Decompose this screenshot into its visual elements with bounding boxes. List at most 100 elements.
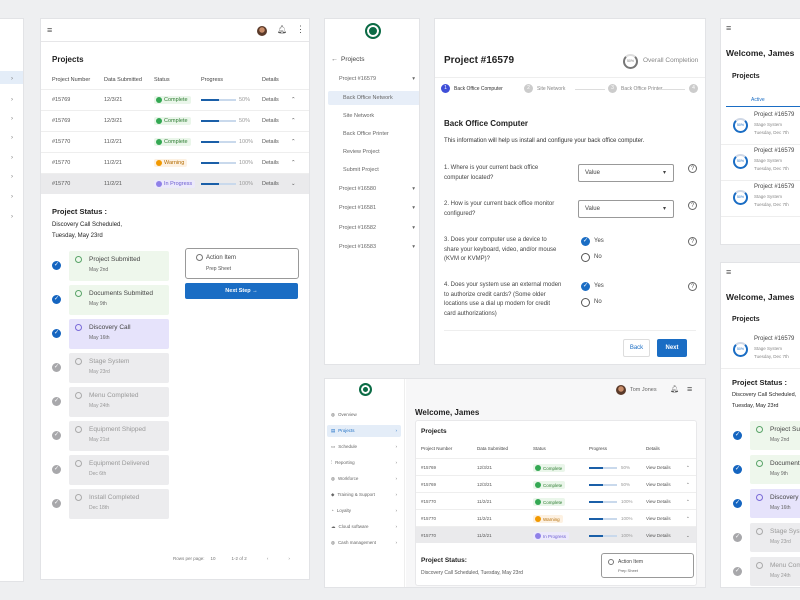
chevron-icon[interactable]: ⌃ xyxy=(291,160,296,166)
avatar[interactable] xyxy=(616,385,626,395)
timeline-step[interactable]: Stage System May 23rd xyxy=(750,523,800,552)
sidebar-item[interactable]: ◍ Overview xyxy=(327,409,401,421)
project-nav-item[interactable]: Project #16580 ▾ xyxy=(339,186,415,192)
table-row[interactable]: #15770 11/2/21 Warning 100% View Details ⌃ xyxy=(416,509,696,526)
sidebar-item[interactable]: ⫶ Reporting › xyxy=(327,457,401,469)
project-nav-item[interactable]: Project #16579 ▾ xyxy=(339,76,415,82)
project-subnav-item[interactable]: Submit Project xyxy=(328,163,419,177)
table-row[interactable]: #15769 12/3/21 Complete 50% Details ⌃ xyxy=(41,89,309,110)
question-1-select[interactable]: Value xyxy=(578,164,674,182)
sidebar-item[interactable]: ▭ Schedule › xyxy=(327,441,401,453)
chevron-icon[interactable]: ⌃ xyxy=(686,482,690,488)
sidebar-item[interactable]: ◍ Cash management › xyxy=(327,537,401,549)
chevron-right-icon[interactable]: › xyxy=(11,116,13,122)
bell-icon[interactable]: 🔔︎ xyxy=(277,25,287,34)
question-4-no-radio[interactable] xyxy=(581,298,590,307)
help-icon[interactable]: ? xyxy=(688,237,697,246)
project-nav-item[interactable]: Project #16582 ▾ xyxy=(339,225,415,231)
project-card[interactable]: 50% Project #16579 Stage System Tuesday, De… xyxy=(721,181,800,217)
sidebar-item[interactable]: ◍ Workforce › xyxy=(327,473,401,485)
details-link[interactable]: View Details xyxy=(646,516,671,521)
chevron-right-icon[interactable]: › xyxy=(11,76,13,82)
project-card[interactable]: 50% Project #16579 Stage System Tuesday, De… xyxy=(721,109,800,145)
timeline-step[interactable]: Equipment Delivered Dec 6th xyxy=(69,455,169,485)
timeline-step[interactable]: Install Completed Dec 18th xyxy=(69,489,169,519)
details-link[interactable]: View Details xyxy=(646,499,671,504)
help-icon[interactable]: ? xyxy=(688,282,697,291)
chevron-right-icon[interactable]: › xyxy=(11,97,13,103)
back-button[interactable]: Back xyxy=(623,339,650,357)
question-4-yes-radio[interactable]: ✓ xyxy=(581,282,590,291)
project-card[interactable]: 50% Project #16579 Stage System Tuesday, De… xyxy=(721,333,800,369)
chevron-right-icon[interactable]: › xyxy=(11,194,13,200)
table-row[interactable]: #15769 12/3/21 Complete 50% Details ⌃ xyxy=(41,110,309,131)
project-card[interactable]: 50% Project #16579 Stage System Tuesday, De… xyxy=(721,145,800,181)
details-link[interactable]: Details xyxy=(262,118,279,124)
question-3-no-radio[interactable] xyxy=(581,253,590,262)
table-row[interactable]: #15769 12/3/21 Complete 50% View Details ⌃ xyxy=(416,458,696,475)
chevron-icon[interactable]: ⌃ xyxy=(686,516,690,522)
help-icon[interactable]: ? xyxy=(688,201,697,210)
question-2-select[interactable]: Value xyxy=(578,200,674,218)
action-item-card[interactable]: Action Item Prep Sheet xyxy=(601,553,694,578)
chevron-right-icon[interactable]: › xyxy=(11,214,13,220)
chevron-icon[interactable]: ⌃ xyxy=(291,118,296,124)
timeline-step[interactable]: Menu Completed May 24th xyxy=(69,387,169,417)
chevron-icon[interactable]: ⌄ xyxy=(291,181,296,187)
project-nav-item[interactable]: Project #16583 ▾ xyxy=(339,244,415,250)
chevron-icon[interactable]: ⌄ xyxy=(686,533,690,539)
hamburger-menu-icon[interactable]: ≡ xyxy=(47,25,52,35)
hamburger-menu-icon[interactable]: ≡ xyxy=(726,23,731,33)
details-link[interactable]: View Details xyxy=(646,533,671,538)
next-step-button[interactable]: Next Step → xyxy=(185,283,298,299)
back-to-projects-link[interactable]: Projects xyxy=(341,56,364,63)
chevron-right-icon[interactable]: › xyxy=(11,174,13,180)
project-nav-item[interactable]: Project #16581 ▾ xyxy=(339,205,415,211)
avatar[interactable] xyxy=(257,26,267,36)
hamburger-menu-icon[interactable]: ≡ xyxy=(687,384,692,394)
back-arrow-icon[interactable]: ← xyxy=(331,56,338,63)
action-item-card[interactable]: Action Item Prep Sheet xyxy=(185,248,299,279)
table-row[interactable]: #15770 11/2/21 Warning 100% Details ⌃ xyxy=(41,152,309,173)
table-row[interactable]: #15770 11/2/21 In Progress 100% Details ⌄ xyxy=(41,173,309,194)
chevron-right-icon[interactable]: › xyxy=(11,135,13,141)
hamburger-menu-icon[interactable]: ≡ xyxy=(726,267,731,277)
details-link[interactable]: Details xyxy=(262,97,279,103)
project-subnav-item[interactable]: Review Project xyxy=(328,145,419,159)
details-link[interactable]: View Details xyxy=(646,482,671,487)
project-subnav-item[interactable]: Back Office Network xyxy=(328,90,419,105)
timeline-step[interactable]: Menu Completed May 24th xyxy=(750,557,800,586)
next-page-button[interactable]: › xyxy=(288,556,290,561)
project-subnav-item[interactable]: Back Office Printer xyxy=(328,127,419,141)
sidebar-item[interactable]: ▤ Projects › xyxy=(327,425,401,437)
details-link[interactable]: Details xyxy=(262,139,279,145)
step-label[interactable]: Back Office Computer xyxy=(454,86,503,92)
chevron-icon[interactable]: ⌃ xyxy=(686,499,690,505)
details-link[interactable]: Details xyxy=(262,160,279,166)
tab-active[interactable]: Active xyxy=(751,97,765,103)
timeline-step[interactable]: Documents Submitted May 9th xyxy=(69,285,169,315)
step-label[interactable]: Back Office Printer xyxy=(621,86,663,92)
step-label[interactable]: Site Network xyxy=(537,86,565,92)
help-icon[interactable]: ? xyxy=(688,164,697,173)
sidebar-item[interactable]: ◆ Training & Support › xyxy=(327,489,401,501)
chevron-icon[interactable]: ⌃ xyxy=(291,97,296,103)
timeline-step[interactable]: Project Submitted May 2nd xyxy=(750,421,800,450)
bell-icon[interactable]: 🔔︎ xyxy=(670,385,679,393)
timeline-step[interactable]: Equipment Shipped May 21st xyxy=(69,421,169,451)
chevron-icon[interactable]: ⌃ xyxy=(686,465,690,471)
timeline-step[interactable]: Project Submitted May 2nd xyxy=(69,251,169,281)
project-subnav-item[interactable]: Site Network xyxy=(328,109,419,123)
sidebar-item[interactable]: ◔ Loyalty › xyxy=(327,505,401,517)
sidebar-item[interactable]: ☁ Cloud software › xyxy=(327,521,401,533)
details-link[interactable]: View Details xyxy=(646,465,671,470)
prev-page-button[interactable]: ‹ xyxy=(267,556,269,561)
chevron-icon[interactable]: ⌃ xyxy=(291,139,296,145)
timeline-step[interactable]: Stage System May 23rd xyxy=(69,353,169,383)
timeline-step[interactable]: Documents Submitted May 9th xyxy=(750,455,800,484)
table-row[interactable]: #15770 11/2/21 In Progress 100% View Details… xyxy=(416,526,696,543)
next-button[interactable]: Next xyxy=(657,339,687,357)
timeline-step[interactable]: Discovery Call May 16th xyxy=(750,489,800,518)
chevron-right-icon[interactable]: › xyxy=(11,155,13,161)
question-3-yes-radio[interactable]: ✓ xyxy=(581,237,590,246)
